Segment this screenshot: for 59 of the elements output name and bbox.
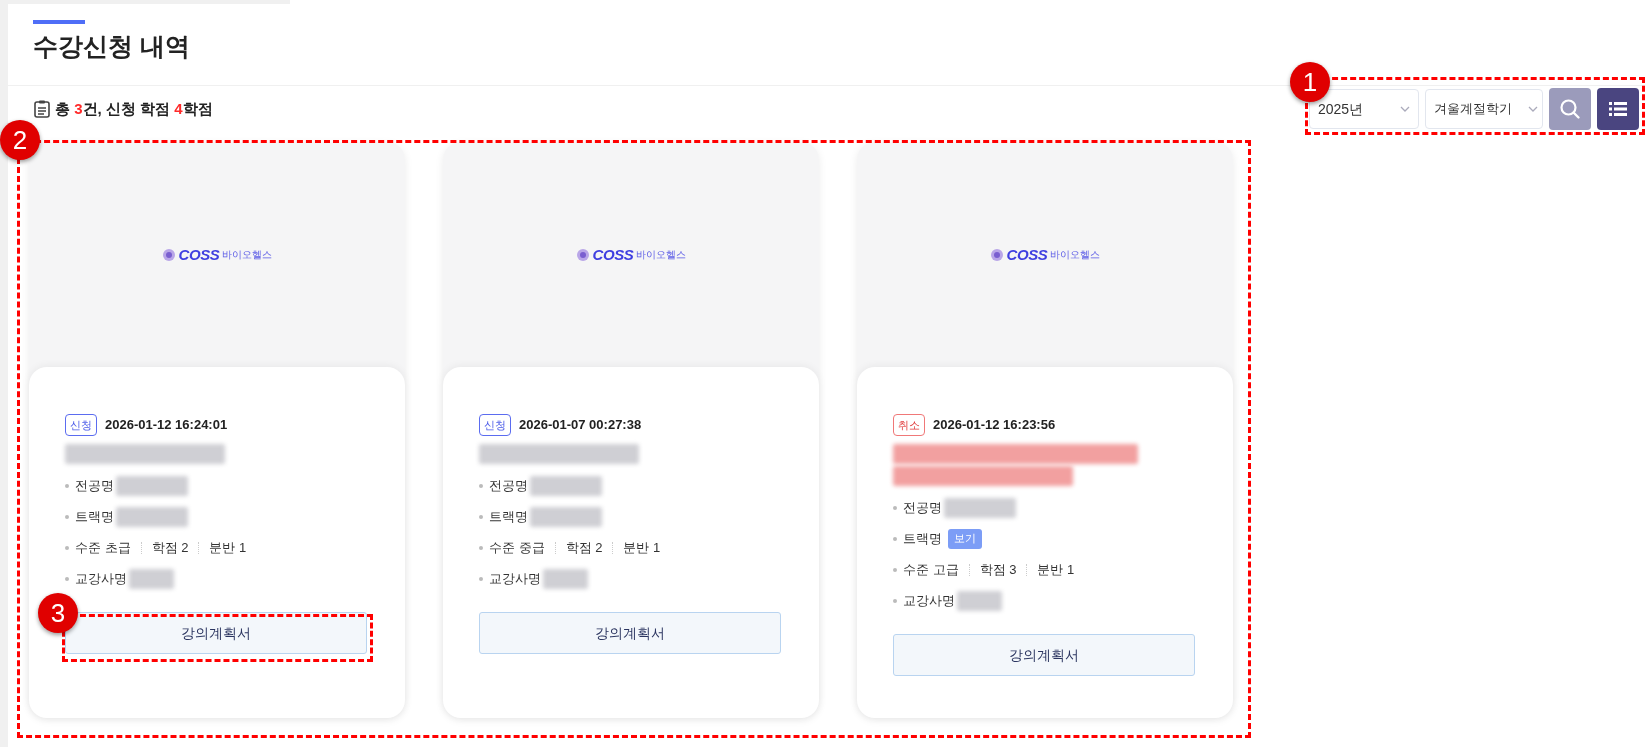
redacted-text: [116, 506, 188, 527]
syllabus-button[interactable]: 강의계획서: [479, 612, 781, 654]
spec-text: 학점 2: [151, 538, 189, 557]
bullet-icon: [893, 505, 897, 510]
bullet-icon: [893, 598, 897, 603]
list-icon: [1608, 100, 1628, 118]
chevron-down-icon: [1528, 106, 1538, 112]
bullet-icon: [479, 483, 483, 488]
field-label: 교강사명: [75, 569, 127, 588]
spec-text: 수준 초급: [75, 538, 131, 557]
field-label: 트랙명: [903, 529, 942, 548]
syllabus-button[interactable]: 강의계획서: [893, 634, 1195, 676]
spec-text: 분반 1: [209, 538, 247, 557]
bullet-icon: [65, 514, 69, 519]
syllabus-button[interactable]: 강의계획서: [65, 612, 367, 654]
bullet-icon: [65, 576, 69, 581]
redacted-text: [530, 475, 602, 496]
field-label: 교강사명: [489, 569, 541, 588]
redacted-text: [530, 506, 602, 527]
spec-text: 학점 3: [979, 560, 1017, 579]
field-label: 전공명: [903, 498, 942, 517]
title-accent-bar: [33, 20, 85, 24]
redacted-text: [944, 497, 1016, 518]
bullet-icon: [479, 576, 483, 581]
annotation-number: 2: [0, 120, 40, 160]
bullet-icon: [65, 483, 69, 488]
chevron-down-icon: [1400, 106, 1410, 112]
semester-select[interactable]: 겨울계절학기: [1425, 89, 1543, 129]
redacted-text: [543, 568, 588, 589]
field-label: 트랙명: [489, 507, 528, 526]
redacted-text: [116, 475, 188, 496]
bullet-icon: [893, 567, 897, 572]
spec-text: 수준 고급: [903, 560, 959, 579]
summary-text: 총 3건, 신청 학점 4학점: [55, 98, 213, 119]
field-label: 교강사명: [903, 591, 955, 610]
clipboard-icon: [34, 100, 50, 118]
date-time: 2026-01-12 16:24:01: [105, 416, 228, 435]
search-button[interactable]: [1549, 88, 1591, 130]
field-label: 트랙명: [75, 507, 114, 526]
date-time: 2026-01-12 16:23:56: [933, 416, 1056, 435]
spec-text: 분반 1: [1037, 560, 1075, 579]
bullet-icon: [479, 514, 483, 519]
bullet-icon: [479, 545, 483, 550]
bullet-icon: [65, 545, 69, 550]
status-badge: 신청: [65, 414, 97, 436]
bullet-icon: [893, 536, 897, 541]
date-time: 2026-01-07 00:27:38: [519, 416, 642, 435]
status-badge: 신청: [479, 414, 511, 436]
redacted-text: [129, 568, 174, 589]
list-view-button[interactable]: [1597, 88, 1639, 130]
field-label: 전공명: [75, 476, 114, 495]
spec-text: 수준 중급: [489, 538, 545, 557]
field-label: 전공명: [489, 476, 528, 495]
spec-text: 학점 2: [565, 538, 603, 557]
search-icon: [1559, 98, 1581, 120]
spec-text: 분반 1: [623, 538, 661, 557]
page-title: 수강신청 내역: [33, 34, 191, 59]
status-badge: 취소: [893, 414, 925, 436]
redacted-text: [957, 590, 1002, 611]
